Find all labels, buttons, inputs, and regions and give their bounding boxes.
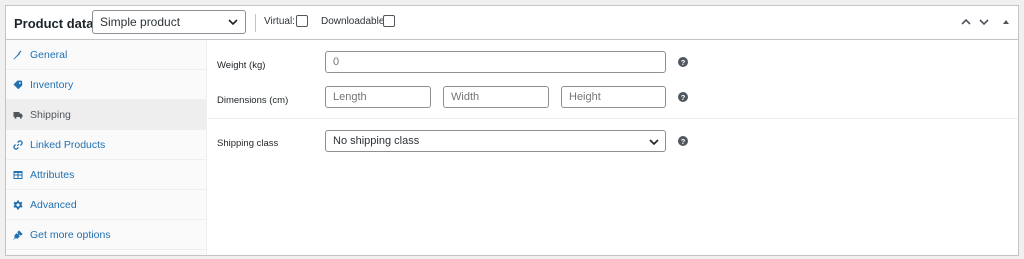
tab-label: Shipping [30, 108, 71, 121]
product-type-select[interactable]: Simple product [92, 10, 246, 34]
tab-label: Get more options [30, 228, 111, 241]
weight-input[interactable] [325, 51, 666, 73]
section-divider [208, 118, 1018, 119]
tab-linked-products[interactable]: Linked Products [6, 130, 206, 160]
svg-text:?: ? [681, 58, 686, 67]
tab-label: General [30, 48, 68, 61]
help-icon: ? [678, 92, 688, 102]
shipping-class-value: No shipping class [333, 135, 420, 147]
tab-label: Attributes [30, 168, 75, 181]
move-down-icon[interactable] [977, 15, 991, 29]
help-icon: ? [678, 57, 688, 67]
move-up-icon[interactable] [959, 15, 973, 29]
svg-text:?: ? [681, 137, 686, 146]
chevron-down-icon [228, 19, 238, 26]
tab-inventory[interactable]: Inventory [6, 70, 206, 100]
gear-icon [13, 200, 23, 209]
tab-get-more-options[interactable]: Get more options [6, 220, 206, 250]
virtual-label: Virtual: [264, 16, 295, 27]
header-divider [255, 14, 256, 32]
svg-text:?: ? [681, 93, 686, 102]
chevron-down-icon [649, 139, 659, 146]
height-input[interactable] [561, 86, 666, 108]
plugin-icon [13, 229, 23, 240]
truck-icon [13, 111, 23, 119]
tab-advanced[interactable]: Advanced [6, 190, 206, 220]
shipping-class-select[interactable]: No shipping class [325, 130, 666, 152]
product-data-tabs: General Inventory Shipping Linked Produc… [6, 40, 207, 255]
downloadable-label: Downloadable: [321, 16, 388, 27]
tab-label: Linked Products [30, 138, 106, 151]
table-icon [13, 170, 23, 179]
link-icon [13, 139, 23, 150]
panel-header: Product data — Simple product Virtual: D… [6, 6, 1018, 40]
virtual-checkbox[interactable] [296, 15, 308, 27]
product-type-value: Simple product [100, 15, 181, 29]
length-input[interactable] [325, 86, 431, 108]
weight-label: Weight (kg) [217, 60, 266, 71]
product-data-panel: Product data — Simple product Virtual: D… [5, 5, 1019, 256]
width-input[interactable] [443, 86, 549, 108]
downloadable-checkbox[interactable] [383, 15, 395, 27]
wrench-icon [13, 50, 22, 59]
shipping-panel: Weight (kg) ? Dimensions (cm) ? Shipping… [208, 40, 1018, 255]
tab-general[interactable]: General [6, 40, 206, 70]
dimensions-label: Dimensions (cm) [217, 95, 289, 106]
collapse-toggle-icon[interactable] [999, 15, 1013, 29]
help-icon: ? [678, 136, 688, 146]
tab-label: Inventory [30, 78, 74, 91]
shipping-class-label: Shipping class [217, 138, 279, 149]
tab-shipping[interactable]: Shipping [6, 100, 206, 130]
tab-attributes[interactable]: Attributes [6, 160, 206, 190]
tab-label: Advanced [30, 198, 77, 211]
tag-icon [13, 80, 23, 89]
